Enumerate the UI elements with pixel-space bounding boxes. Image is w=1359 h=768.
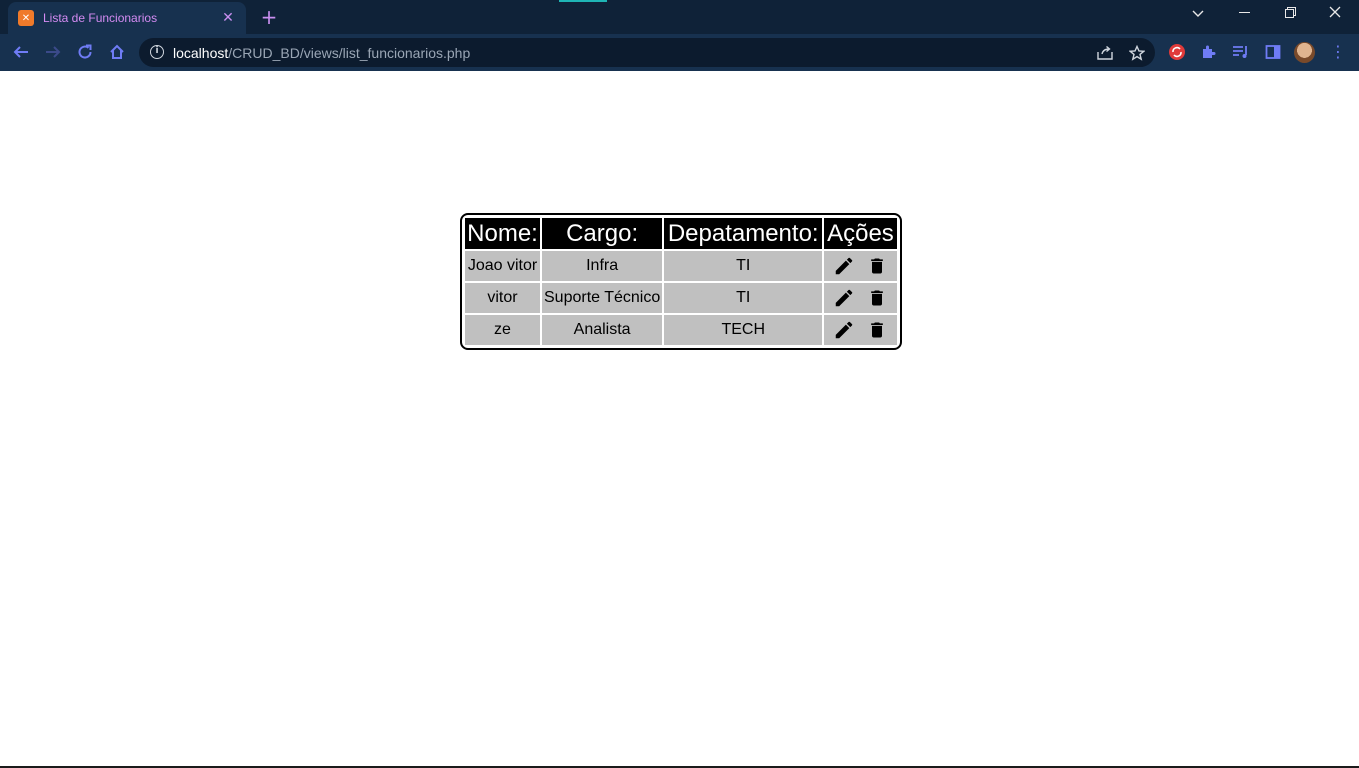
header-departamento: Depatamento:	[664, 218, 823, 249]
home-icon[interactable]	[105, 40, 129, 64]
edit-pencil-icon[interactable]	[832, 318, 856, 342]
header-cargo: Cargo:	[542, 218, 663, 249]
table-row: ze Analista TECH	[465, 315, 897, 345]
sync-extension-icon[interactable]	[1167, 42, 1187, 62]
tab-title: Lista de Funcionarios	[43, 11, 158, 25]
cell-nome: ze	[465, 315, 540, 345]
header-nome: Nome:	[465, 218, 540, 249]
cell-acoes	[824, 315, 897, 345]
cell-cargo: Suporte Técnico	[542, 283, 663, 313]
cell-cargo: Analista	[542, 315, 663, 345]
profile-avatar[interactable]	[1294, 42, 1315, 63]
cell-departamento: TI	[664, 283, 823, 313]
restore-button[interactable]	[1275, 4, 1305, 26]
tab-search-chevron-icon[interactable]	[1183, 4, 1213, 26]
table-header-row: Nome: Cargo: Depatamento: Ações	[465, 218, 897, 249]
browser-menu-icon[interactable]: ⋮	[1330, 42, 1346, 62]
url-text[interactable]: localhost/CRUD_BD/views/list_funcionario…	[173, 45, 470, 61]
reload-icon[interactable]	[73, 40, 97, 64]
share-icon[interactable]	[1096, 44, 1114, 62]
browser-toolbar: i localhost/CRUD_BD/views/list_funcionar…	[0, 34, 1359, 71]
address-bar[interactable]: i localhost/CRUD_BD/views/list_funcionar…	[139, 38, 1155, 67]
url-host: localhost	[173, 45, 229, 61]
cell-nome: Joao vitor	[465, 251, 540, 281]
extensions-puzzle-icon[interactable]	[1199, 42, 1219, 62]
cell-departamento: TI	[664, 251, 823, 281]
close-window-button[interactable]	[1320, 4, 1350, 26]
cell-acoes	[824, 283, 897, 313]
cell-nome: vitor	[465, 283, 540, 313]
side-panel-icon[interactable]	[1263, 42, 1283, 62]
delete-trash-icon[interactable]	[865, 318, 889, 342]
url-path: /CRUD_BD/views/list_funcionarios.php	[228, 45, 471, 61]
edit-pencil-icon[interactable]	[832, 254, 856, 278]
back-arrow-icon[interactable]	[9, 40, 33, 64]
forward-arrow-icon[interactable]	[41, 40, 65, 64]
cell-acoes	[824, 251, 897, 281]
funcionarios-table-container: Nome: Cargo: Depatamento: Ações Joao vit…	[460, 213, 902, 350]
tab-drag-accent	[559, 0, 607, 2]
minimize-button[interactable]	[1229, 4, 1259, 26]
delete-trash-icon[interactable]	[865, 254, 889, 278]
xampp-icon: ✕	[18, 10, 34, 26]
table-row: vitor Suporte Técnico TI	[465, 283, 897, 313]
tab-lista-funcionarios[interactable]: ✕ Lista de Funcionarios ✕	[8, 2, 246, 34]
media-queue-icon[interactable]	[1231, 42, 1251, 62]
tab-close-icon[interactable]: ✕	[220, 10, 236, 26]
browser-tabstrip: ✕ Lista de Funcionarios ✕ +	[0, 0, 1359, 34]
edit-pencil-icon[interactable]	[832, 286, 856, 310]
bookmark-star-icon[interactable]	[1128, 44, 1146, 62]
new-tab-button[interactable]: +	[259, 6, 279, 28]
site-info-icon[interactable]: i	[150, 45, 164, 59]
delete-trash-icon[interactable]	[865, 286, 889, 310]
table-row: Joao vitor Infra TI	[465, 251, 897, 281]
cell-cargo: Infra	[542, 251, 663, 281]
funcionarios-table: Nome: Cargo: Depatamento: Ações Joao vit…	[463, 216, 899, 347]
cell-departamento: TECH	[664, 315, 823, 345]
header-acoes: Ações	[824, 218, 897, 249]
